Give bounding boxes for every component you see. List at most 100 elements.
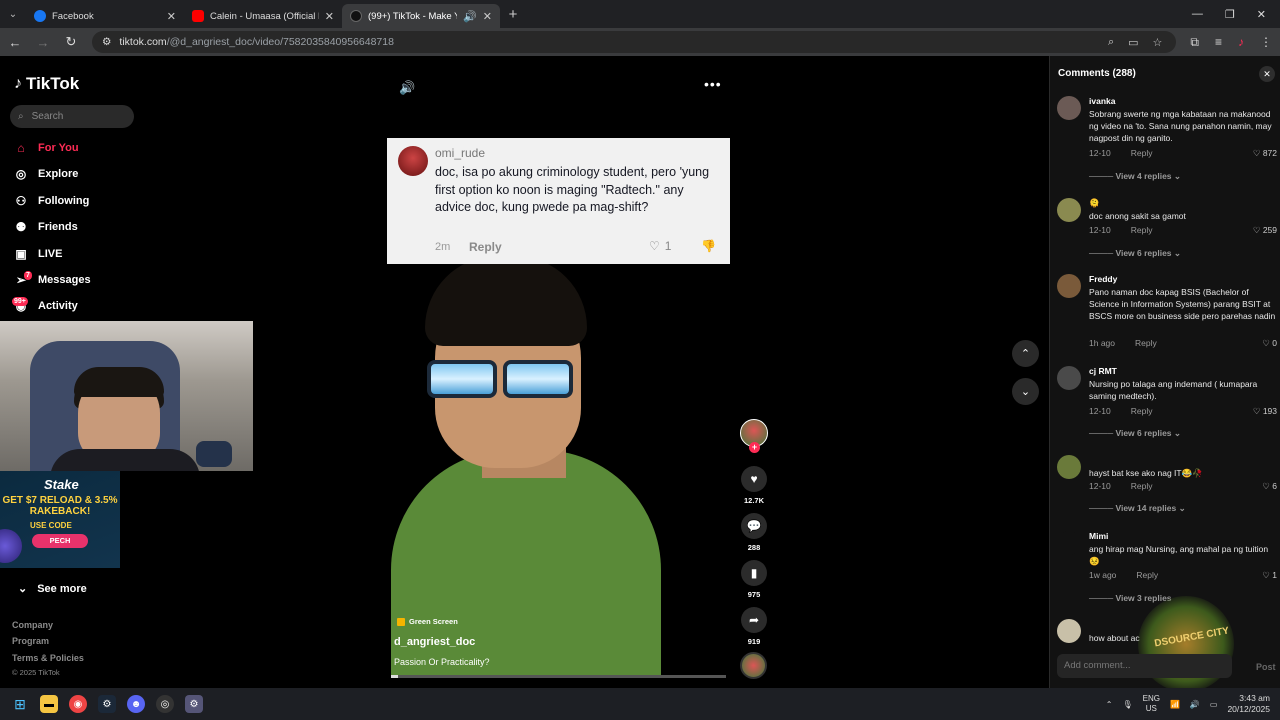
comment-author[interactable]: cj RMT — [1089, 366, 1117, 376]
comment-likes[interactable]: ♡ 1 — [1262, 570, 1277, 581]
view-replies-button[interactable]: ──── View 4 replies ⌄ — [1089, 171, 1181, 182]
previous-video-button[interactable]: ⌃ — [1012, 340, 1039, 367]
nav-live[interactable]: ▣ LIVE — [14, 247, 62, 261]
close-icon[interactable]: ✕ — [325, 10, 334, 23]
close-window-icon[interactable]: ✕ — [1257, 8, 1266, 21]
music-disc[interactable] — [740, 652, 767, 679]
screen: ⌄ Facebook ✕ Calein - Umaasa (Official L… — [0, 0, 1280, 720]
extensions-icon[interactable]: ⧉ — [1190, 35, 1199, 50]
reply-button[interactable]: Reply — [1131, 225, 1153, 235]
settings-icon[interactable]: ⚙ — [185, 695, 203, 713]
comment-likes[interactable]: ♡ 872 — [1253, 148, 1277, 159]
minimize-icon[interactable]: — — [1192, 8, 1203, 21]
comment-likes[interactable]: ♡ 259 — [1253, 225, 1277, 236]
clock[interactable]: 3:43 am 20/12/2025 — [1227, 693, 1270, 715]
reply-button[interactable]: Reply — [1131, 406, 1153, 416]
zoom-icon[interactable]: ⌕ — [1108, 36, 1114, 49]
add-comment-input[interactable]: Add comment... — [1057, 654, 1232, 678]
windows-start-icon[interactable]: ⊞ — [11, 695, 29, 713]
obs-icon[interactable]: ◎ — [156, 695, 174, 713]
avatar[interactable] — [1057, 531, 1081, 555]
messages-badge: 7 — [24, 271, 32, 280]
green-screen-tag[interactable]: Green Screen — [397, 617, 458, 626]
bookmark-star-icon[interactable]: ☆ — [1153, 36, 1163, 49]
close-icon[interactable]: ✕ — [167, 10, 176, 23]
view-replies-button[interactable]: ──── View 3 replies — [1089, 593, 1172, 603]
language-indicator[interactable]: ENG US — [1143, 694, 1160, 714]
volume-tray-icon[interactable]: 🔊 — [1190, 700, 1200, 709]
battery-icon[interactable]: ▭ — [1210, 700, 1218, 709]
tab-youtube[interactable]: Calein - Umaasa (Official Lyric V ✕ — [184, 4, 342, 28]
tab-tiktok[interactable]: (99+) TikTok - Make Your Da 🔊 ✕ — [342, 4, 500, 28]
comment-likes[interactable]: ♡ 6 — [1262, 481, 1277, 492]
tiktok-extension-icon[interactable]: ♪ — [1238, 35, 1244, 50]
volume-icon[interactable]: 🔊 — [399, 80, 415, 96]
close-icon[interactable]: ✕ — [483, 10, 492, 23]
see-more-button[interactable]: ⌄ See more — [18, 582, 87, 596]
restore-icon[interactable]: ❐ — [1225, 8, 1235, 21]
video-author[interactable]: d_angriest_doc — [394, 636, 475, 648]
comment-author[interactable]: 🫠 — [1089, 198, 1100, 209]
footer-terms[interactable]: Terms & Policies — [12, 653, 84, 663]
tab-facebook[interactable]: Facebook ✕ — [26, 4, 184, 28]
more-options-icon[interactable]: ••• — [704, 76, 722, 92]
mic-icon[interactable]: 🎙 — [1122, 700, 1132, 709]
file-explorer-icon[interactable]: ▬ — [40, 695, 58, 713]
avatar[interactable] — [1057, 366, 1081, 390]
save-button[interactable]: ▮ 975 — [741, 560, 767, 599]
like-button[interactable]: ♥ 12.7K — [741, 466, 767, 505]
close-icon[interactable]: ✕ — [1259, 66, 1275, 82]
avatar[interactable] — [1057, 619, 1081, 643]
comment-author[interactable]: ivanka — [1089, 96, 1115, 106]
search-input[interactable]: ⌕ Search — [10, 105, 134, 128]
post-button[interactable]: Post — [1256, 662, 1276, 672]
cast-icon[interactable]: ▭ — [1128, 36, 1138, 49]
lamp-shape — [196, 441, 232, 467]
tiktok-note-icon: ♪ — [14, 75, 22, 92]
site-info-icon[interactable]: ⚙ — [102, 36, 111, 48]
chrome-icon[interactable]: ◉ — [69, 695, 87, 713]
media-icon[interactable]: ≡ — [1215, 35, 1222, 50]
follow-plus-icon[interactable]: + — [749, 442, 760, 453]
footer-program[interactable]: Program — [12, 636, 49, 646]
forward-icon[interactable]: → — [36, 35, 50, 50]
comment-button[interactable]: 💬 288 — [741, 513, 767, 552]
reply-button[interactable]: Reply — [1131, 481, 1153, 491]
heart-outline-icon: ♡ — [1262, 338, 1273, 348]
tab-search-icon[interactable]: ⌄ — [0, 0, 26, 28]
tiktok-logo[interactable]: ♪ TikTok — [14, 74, 79, 94]
next-video-button[interactable]: ⌄ — [1012, 378, 1039, 405]
avatar[interactable] — [1057, 96, 1081, 120]
comment-author[interactable]: Freddy — [1089, 274, 1117, 284]
view-replies-button[interactable]: ──── View 6 replies ⌄ — [1089, 248, 1181, 259]
nav-for-you[interactable]: ⌂ For You — [14, 141, 78, 155]
footer-company[interactable]: Company — [12, 620, 53, 630]
reply-button[interactable]: Reply — [1136, 570, 1158, 580]
nav-friends[interactable]: ⚉ Friends — [14, 220, 78, 234]
discord-icon[interactable]: ☻ — [127, 695, 145, 713]
nav-following[interactable]: ⚇ Following — [14, 194, 90, 208]
wifi-icon[interactable]: 📶 — [1170, 700, 1180, 709]
avatar[interactable] — [1057, 198, 1081, 222]
steam-icon[interactable]: ⚙ — [98, 695, 116, 713]
view-replies-button[interactable]: ──── View 6 replies ⌄ — [1089, 428, 1181, 439]
menu-icon[interactable]: ⋮ — [1260, 35, 1272, 50]
nav-explore[interactable]: ◎ Explore — [14, 167, 79, 181]
comment-likes[interactable]: ♡ 193 — [1253, 406, 1277, 417]
divider-line: ──── — [1089, 248, 1116, 258]
comment-author[interactable]: Mimi — [1089, 531, 1108, 541]
speaker-icon[interactable]: 🔊 — [463, 10, 477, 23]
comment-likes[interactable]: ♡ 0 — [1262, 338, 1277, 349]
reload-icon[interactable]: ↻ — [64, 34, 78, 50]
new-tab-button[interactable]: + — [500, 6, 526, 23]
video-progress-bar[interactable] — [391, 675, 726, 678]
chevron-up-icon[interactable]: ⌃ — [1106, 700, 1113, 709]
reply-button[interactable]: Reply — [1131, 148, 1153, 158]
url-input[interactable]: ⚙ tiktok.com/@d_angriest_doc/video/75820… — [92, 31, 1177, 53]
reply-button[interactable]: Reply — [1135, 338, 1157, 348]
back-icon[interactable]: ← — [8, 35, 22, 50]
avatar[interactable] — [1057, 274, 1081, 298]
share-button[interactable]: ➦ 919 — [741, 607, 767, 646]
view-replies-button[interactable]: ──── View 14 replies ⌄ — [1089, 503, 1186, 514]
avatar[interactable] — [1057, 455, 1081, 479]
